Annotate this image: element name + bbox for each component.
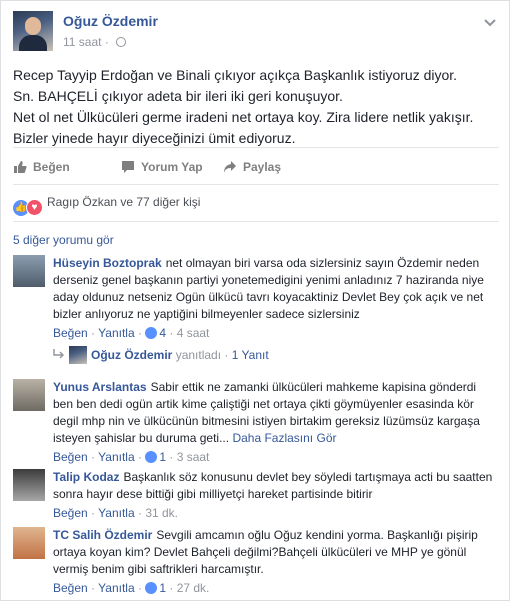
comment-like-count[interactable]: 4 [145,326,166,340]
view-more-comments-link[interactable]: 5 diğer yorumu gör [13,233,114,247]
separator: · [91,450,96,464]
comment-like-link[interactable]: Beğen [53,581,88,595]
comment-footer: Beğen · Yanıtla · 4 · 4 saat [53,325,499,342]
post-author[interactable]: Oğuz Özdemir [63,13,158,29]
comment-reply-link[interactable]: Yanıtla [98,581,134,595]
commenter-name[interactable]: Hüseyin Boztoprak [53,256,162,270]
comment-button[interactable]: Yorum Yap [121,148,203,186]
comment-time[interactable]: 27 dk. [177,581,210,595]
commenter-name[interactable]: TC Salih Özdemir [53,528,152,542]
comment-like-count[interactable]: 1 [145,450,166,464]
comment-time[interactable]: 31 dk. [145,506,178,520]
reaction-names[interactable]: Ragıp Özkan ve 77 diğer kişi [47,195,200,209]
reactions-summary[interactable]: 👍 ♥ Ragıp Özkan ve 77 diğer kişi [13,189,499,216]
separator: · [91,326,96,340]
comment-footer: Beğen · Yanıtla · 1 · 27 dk. [53,580,499,597]
see-more-link[interactable]: Daha Fazlasını Gör [232,431,336,445]
post-line: Sn. BAHÇELİ çıkıyor adeta bir ileri iki … [13,88,343,104]
separator: · [91,506,96,520]
author-avatar[interactable] [13,11,53,51]
divider [13,221,499,222]
comment-time[interactable]: 3 saat [177,450,210,464]
separator: · [137,581,142,595]
separator: · [137,450,142,464]
comment-like-count[interactable]: 1 [145,581,166,595]
reply-summary[interactable]: Oğuz Özdemir yanıtladı · 1 Yanıt [53,345,269,365]
meta-separator: · [104,35,109,49]
reply-arrow-icon [53,349,64,359]
like-reaction-icon [145,582,158,594]
separator: · [137,326,142,340]
comment-reply-link[interactable]: Yanıtla [98,450,134,464]
share-icon [224,161,236,173]
reply-author-avatar [69,346,87,364]
separator: · [169,326,174,340]
commenter-avatar[interactable] [13,527,45,559]
comment-label: Yorum Yap [141,160,203,174]
comment-like-link[interactable]: Beğen [53,450,88,464]
commenter-name[interactable]: Yunus Arslantas [53,380,147,394]
comment-reply-link[interactable]: Yanıtla [98,326,134,340]
post-meta: 11 saat · [63,35,127,49]
reply-count[interactable]: 1 Yanıt [232,348,269,362]
thumbs-up-icon [14,161,27,173]
commenter-avatar[interactable] [13,379,45,411]
separator: · [137,506,142,520]
post-line: Net ol net Ülkücüleri germe iradeni net … [13,109,474,125]
post-header: Oğuz Özdemir 11 saat · [13,11,499,53]
comment-time[interactable]: 4 saat [177,326,210,340]
separator: · [169,450,174,464]
post-line: Recep Tayyip Erdoğan ve Binali çıkıyor a… [13,67,458,83]
like-label: Beğen [33,160,70,174]
post-time[interactable]: 11 saat [63,35,101,49]
share-button[interactable]: Paylaş [223,148,281,186]
comment-reply-link[interactable]: Yanıtla [98,506,134,520]
comment-footer: Beğen · Yanıtla · 31 dk. [53,505,499,522]
commenter-avatar[interactable] [13,255,45,287]
commenter-avatar[interactable] [13,469,45,501]
chevron-down-icon[interactable] [483,15,497,29]
like-count-value: 1 [159,450,167,464]
like-button[interactable]: Beğen [13,148,70,186]
post-line: Bizler yinede hayır diyeceğinizi ümit ed… [13,130,296,146]
reply-author-name[interactable]: Oğuz Özdemir [91,348,172,362]
separator: · [169,581,174,595]
post-text: Recep Tayyip Erdoğan ve Binali çıkıyor a… [13,65,499,149]
like-count-value: 1 [159,581,167,595]
separator: · [224,348,229,362]
post-card: Oğuz Özdemir 11 saat · Recep Tayyip Erdo… [0,0,510,601]
comment-like-link[interactable]: Beğen [53,326,88,340]
separator: · [91,581,96,595]
post-actions: Beğen Yorum Yap Paylaş [13,147,499,185]
love-reaction-icon: ♥ [26,199,43,216]
like-count-value: 4 [159,326,167,340]
reply-label: yanıtladı [175,348,222,362]
like-reaction-icon [145,451,158,463]
share-label: Paylaş [243,160,282,174]
comment-icon [122,161,134,173]
comment-like-link[interactable]: Beğen [53,506,88,520]
like-reaction-icon [145,327,158,339]
globe-icon [116,37,127,47]
comment-footer: Beğen · Yanıtla · 1 · 3 saat [53,449,499,466]
commenter-name[interactable]: Talip Kodaz [53,470,119,484]
